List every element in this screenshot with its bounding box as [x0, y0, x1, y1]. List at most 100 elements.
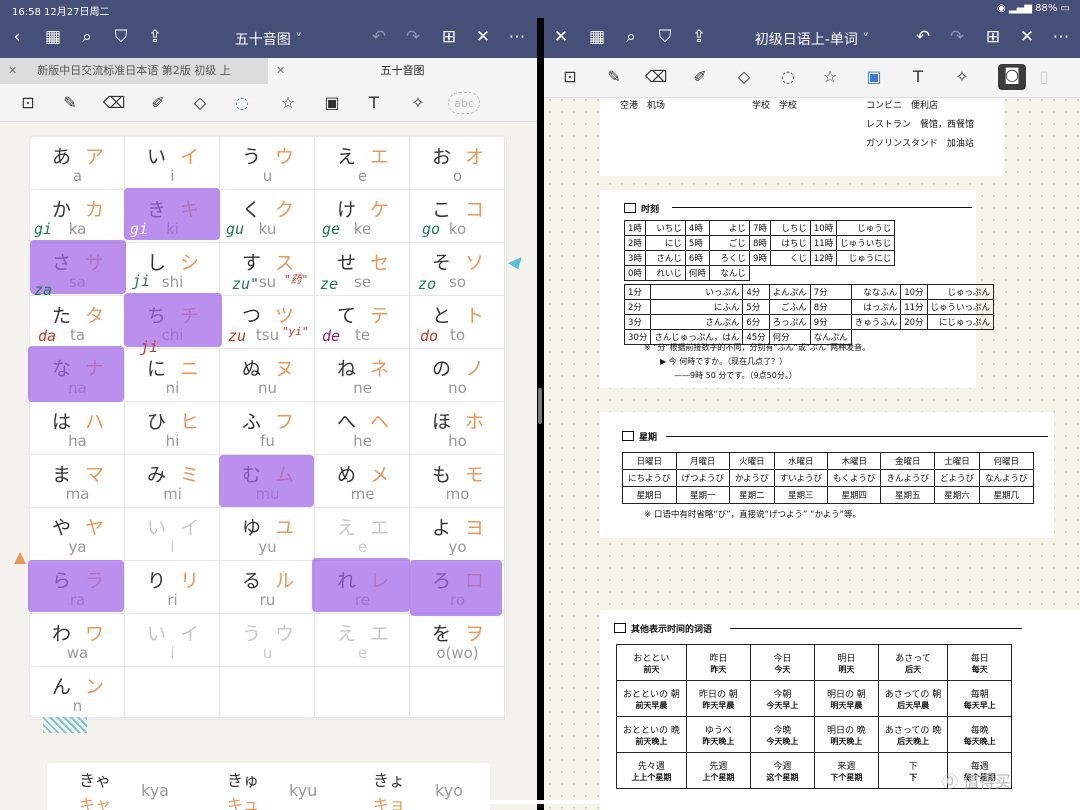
extra-icon[interactable]: ▯: [1032, 66, 1056, 88]
pen-icon[interactable]: ✎: [602, 66, 626, 88]
jikan-jp: おとといの 朝: [623, 689, 680, 700]
home-indicator[interactable]: [405, 800, 675, 804]
table-cell: 毎日 每天: [947, 644, 1013, 681]
table-cell: 7時: [748, 220, 771, 236]
table-cell: 5分: [742, 299, 770, 315]
sticker-icon[interactable]: ☆: [818, 66, 842, 88]
undo-icon[interactable]: ↶: [912, 27, 934, 47]
jikan-jp: 先週: [709, 761, 728, 772]
tab-textbook[interactable]: ✕ 新版中日交流标准日本语 第2版 初级 上: [0, 58, 268, 84]
status-battery: ◉ ▂▄▆ 88% ▭: [996, 3, 1070, 14]
shapes-icon[interactable]: ◇: [188, 92, 212, 114]
katakana: マ: [85, 464, 105, 486]
camera-icon[interactable]: ◙: [998, 64, 1026, 90]
romaji: u: [262, 167, 273, 185]
romaji: ne: [353, 379, 372, 397]
jikan-zh: 下个星期: [830, 772, 863, 782]
hiragana: り: [147, 570, 167, 592]
table-row: おとといの 晩前天晚上 ゆうべ 昨天晚上 今晩 今天晚上 明日の 晩明天晚上 あさっての 晩…: [616, 716, 1013, 753]
note-zu-2: zu: [228, 327, 247, 345]
hiragana: か: [52, 199, 72, 221]
table-cell: 2時: [624, 235, 646, 251]
jikan-heading: 其他表示时间的词语: [614, 622, 712, 635]
lasso-icon[interactable]: ◌: [230, 92, 254, 114]
jikan-jp: 毎晩: [970, 725, 989, 736]
hiragana: を: [432, 623, 452, 645]
redo-icon[interactable]: ↷: [402, 27, 424, 47]
text-icon[interactable]: T: [362, 92, 386, 114]
table-row: 1時 いちじ 4時 よじ 7時 しちじ 10時 じゅうじ: [624, 220, 896, 236]
romaji: i: [170, 167, 175, 185]
laser-icon[interactable]: ✧: [406, 92, 430, 114]
table-cell: 今日 今天: [749, 644, 815, 681]
shapes-icon[interactable]: ◇: [732, 66, 756, 88]
table-cell: ゆうべ 昨天晚上: [685, 716, 751, 753]
jikoku-rule: [672, 207, 972, 208]
undo-icon[interactable]: ↶: [368, 27, 390, 47]
hiragana: よ: [432, 517, 452, 539]
lasso-read-icon[interactable]: ⊡: [16, 92, 40, 114]
hiragana: え: [337, 517, 357, 539]
table-cell: 3時: [624, 250, 646, 266]
katakana: メ: [370, 464, 390, 486]
highlighter-icon[interactable]: ✐: [688, 66, 712, 88]
tab-gojuon[interactable]: ✕ 五十音图: [268, 58, 537, 84]
table-cell: 明日の 晩明天晚上: [813, 716, 879, 753]
lasso-icon[interactable]: ◌: [776, 66, 800, 88]
hiragana: す: [242, 252, 262, 274]
jikan-jp: 先々週: [637, 761, 665, 772]
close-icon[interactable]: ✕: [1016, 27, 1038, 47]
table-cell: ごふん: [768, 299, 811, 315]
kana-cell: おオo: [410, 137, 505, 190]
sticker-icon[interactable]: ☆: [276, 92, 300, 114]
jikoku-note-3: ——9時 50 分です。（9点50分。）: [674, 371, 797, 380]
table-row: にちようび げつようび かようび すいようび もくようび きんようび どようび なんようび: [622, 469, 1034, 487]
more-icon[interactable]: ⋯: [1050, 27, 1072, 47]
split-handle[interactable]: [538, 388, 542, 424]
image-icon[interactable]: ▣: [320, 92, 344, 114]
table-cell: 7分: [809, 284, 852, 300]
table-cell: いっぷん: [650, 284, 744, 300]
image-icon[interactable]: ▣: [862, 66, 886, 88]
text-icon[interactable]: T: [906, 66, 930, 88]
redo-icon[interactable]: ↷: [946, 27, 968, 47]
eraser-icon[interactable]: ⌫: [102, 92, 126, 114]
katakana: ル: [275, 570, 295, 592]
lasso-read-icon[interactable]: ⊡: [558, 66, 582, 88]
left-pane: ‹ ▦ ⌕ ⛉ ⇪ 五十音图 ˅ ↶ ↷ ⊞ ✕ ⋯ ✕ 新版中日交流标准日本语 …: [0, 0, 537, 810]
add-page-icon[interactable]: ⊞: [982, 27, 1004, 47]
table-cell: 今朝 今天早上: [749, 680, 815, 717]
note-ge: ge: [322, 220, 341, 238]
table-cell: あさっての 朝后天早晨: [877, 680, 949, 717]
close-icon[interactable]: ✕: [472, 27, 494, 47]
table-cell: 何時: [684, 265, 710, 281]
hiragana: そ: [432, 252, 452, 274]
kana-cell: うウu: [220, 614, 315, 667]
kana-cell: めメ me: [315, 455, 410, 508]
romaji: u: [262, 644, 273, 662]
hiragana: お: [432, 146, 452, 168]
katakana: ク: [275, 199, 295, 221]
katakana: ヘ: [370, 411, 390, 433]
status-time: 16:58 12月27日周二: [12, 7, 110, 18]
eraser-icon[interactable]: ⌫: [644, 66, 668, 88]
highlighter-icon[interactable]: ✐: [146, 92, 170, 114]
handwriting-icon[interactable]: abc: [448, 92, 480, 114]
table-cell: 10分: [900, 284, 928, 300]
kana-cell: んンn: [30, 667, 125, 720]
table-cell: 毎朝 每天早上: [947, 680, 1013, 717]
laser-icon[interactable]: ✧: [950, 66, 974, 88]
jikan-jp: ゆうべ: [704, 725, 732, 736]
katakana: ツ: [275, 305, 295, 327]
kana-cell: うウu: [220, 137, 315, 190]
note-gi: gi: [34, 220, 53, 238]
more-icon[interactable]: ⋯: [506, 27, 528, 47]
page-top-words: 空港 机场 学校 学校 コンビニ 便利店 レストラン 餐馆，西餐馆 ガソリンスタ…: [600, 98, 1004, 176]
add-page-icon[interactable]: ⊞: [438, 27, 460, 47]
table-cell: 火曜日: [729, 452, 775, 470]
pen-icon[interactable]: ✎: [58, 92, 82, 114]
kana-cell: のノ no: [410, 349, 505, 402]
table-cell: にふん: [650, 299, 744, 315]
jikan-zh: 上个星期: [702, 772, 735, 782]
table-cell: 11時: [809, 235, 838, 251]
